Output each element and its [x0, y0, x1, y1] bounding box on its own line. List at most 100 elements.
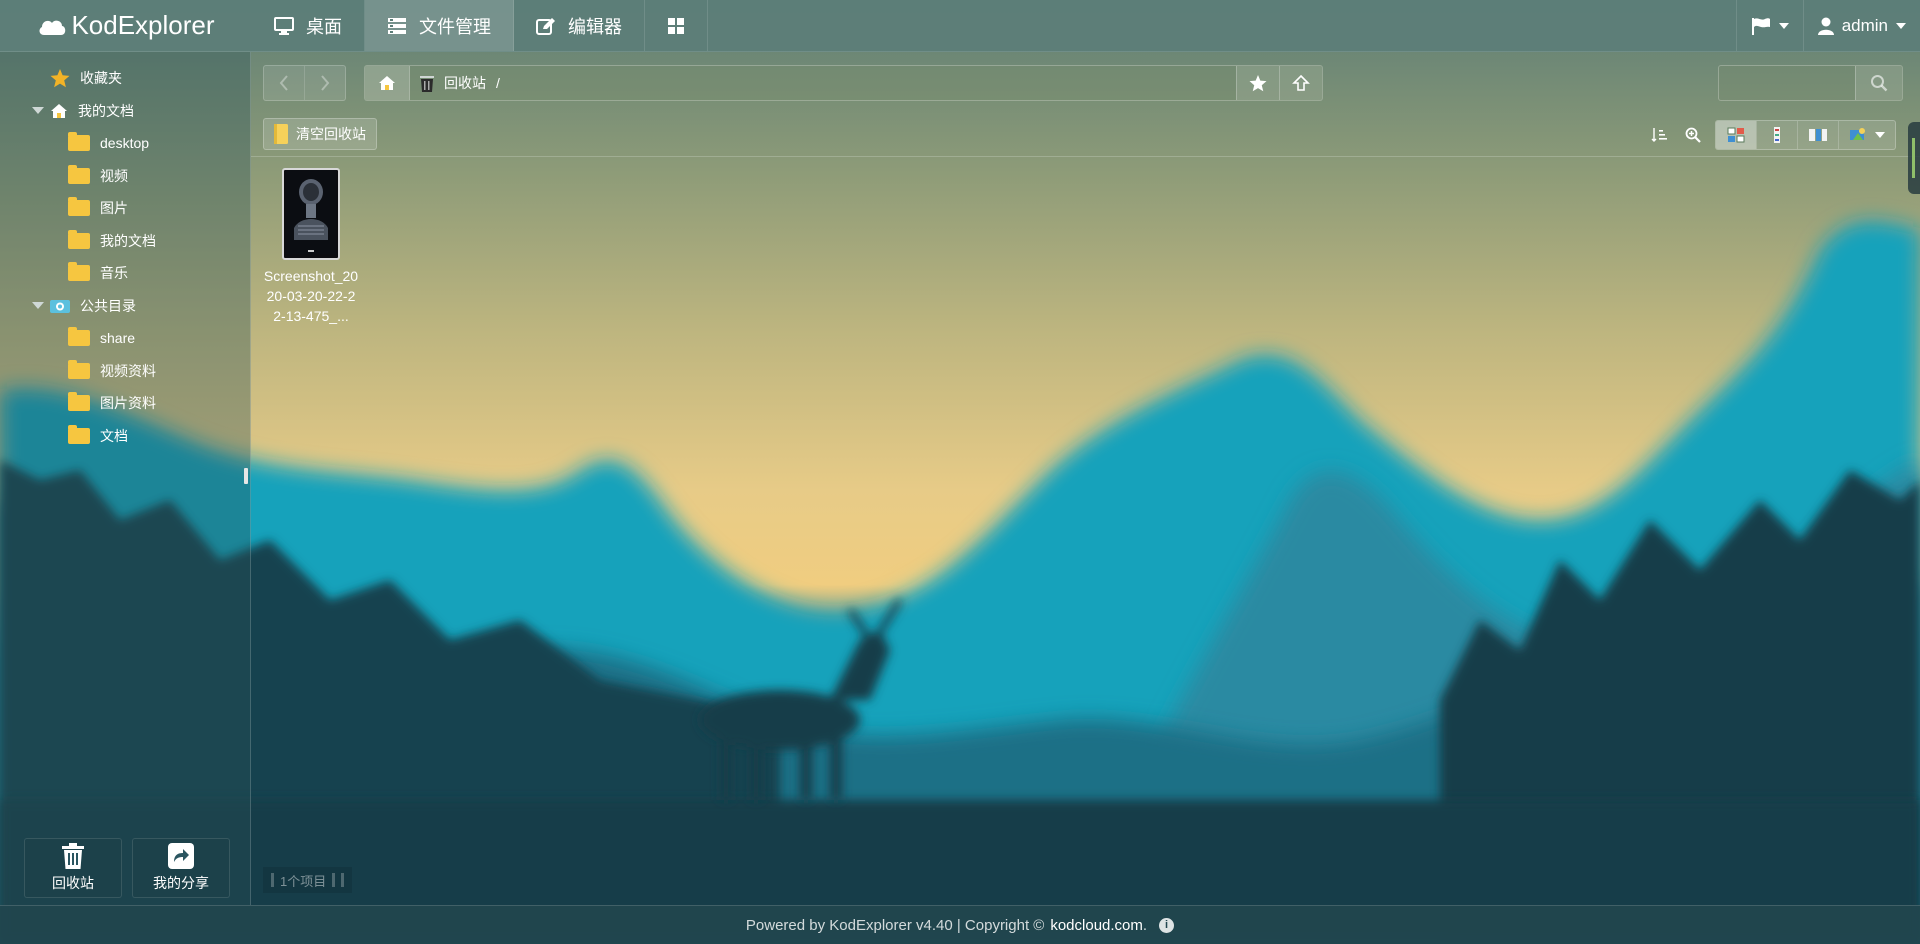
status-bar: 1个项目	[263, 867, 353, 893]
desktop-icon	[274, 16, 294, 35]
file-name: Screenshot_2020-03-20-22-22-13-475_...	[263, 268, 359, 324]
folder-icon	[68, 197, 90, 217]
tab-file-manager[interactable]: 文件管理	[365, 0, 514, 51]
file-manager-icon	[388, 17, 406, 34]
item-count: 1个项目	[280, 873, 327, 889]
sidebar-item-label: share	[100, 330, 136, 347]
document-icon	[274, 124, 288, 144]
zoom-in-icon	[1685, 127, 1701, 143]
my-share-button[interactable]: 我的分享	[132, 838, 230, 898]
status-divider	[271, 873, 274, 887]
folder-icon	[68, 262, 90, 282]
sidebar-item-my-docs[interactable]: 我的文档	[0, 95, 250, 128]
status-divider	[341, 873, 345, 887]
share-icon	[168, 843, 194, 869]
search-button[interactable]	[1855, 66, 1902, 100]
chevron-right-icon	[321, 75, 330, 91]
home-button[interactable]	[365, 66, 410, 100]
footer-link[interactable]: kodcloud.com	[1050, 917, 1143, 934]
sidebar-item-music[interactable]: 音乐	[0, 257, 250, 290]
zoom-button[interactable]	[1681, 123, 1705, 147]
theme-icon	[1850, 128, 1865, 140]
caret-down-icon[interactable]	[32, 107, 44, 115]
footer-suffix: .	[1142, 916, 1148, 934]
brand-logo[interactable]: KodExplorer	[0, 0, 252, 51]
star-icon	[50, 68, 70, 87]
sidebar-item-label: 我的文档	[100, 232, 156, 249]
chevron-down-icon	[1896, 22, 1906, 29]
caret-down-icon[interactable]	[32, 302, 44, 310]
folder-tree: 收藏夹 我的文档 desktop 视频 图片 我的文档 音乐 公共目录 shar…	[0, 52, 250, 452]
empty-recycle-bin-label: 清空回收站	[296, 126, 366, 142]
sidebar-resize-handle[interactable]	[244, 468, 248, 484]
footer: Powered by KodExplorer v4.40 | Copyright…	[0, 905, 1920, 944]
top-navbar: KodExplorer 桌面 文件管理 编辑器 admin	[0, 0, 1920, 52]
list-view-icon	[1774, 127, 1780, 143]
language-menu[interactable]	[1735, 0, 1803, 51]
split-view-button[interactable]	[1797, 121, 1838, 149]
sidebar-item-picture-materials[interactable]: 图片资料	[0, 387, 250, 420]
recycle-bin-label: 回收站	[52, 875, 94, 891]
sidebar-item-label: 视频资料	[100, 362, 156, 379]
view-mode-group	[1715, 120, 1896, 150]
list-view-button[interactable]	[1756, 121, 1797, 149]
info-icon[interactable]: i	[1159, 917, 1175, 933]
sidebar-item-label: 图片	[100, 200, 128, 217]
favorite-button[interactable]	[1236, 66, 1279, 100]
sidebar-item-favorites[interactable]: 收藏夹	[0, 62, 250, 95]
theme-menu-button[interactable]	[1838, 121, 1895, 149]
tab-file-manager-label: 文件管理	[419, 16, 491, 37]
upload-button[interactable]	[1279, 66, 1322, 100]
view-controls	[1647, 120, 1896, 150]
folder-icon	[68, 392, 90, 412]
tab-editor-label: 编辑器	[568, 16, 622, 37]
sidebar-item-pictures[interactable]: 图片	[0, 192, 250, 225]
user-menu[interactable]: admin	[1802, 0, 1920, 51]
x-ray-image-icon	[286, 170, 336, 254]
grid-view-icon	[1727, 127, 1745, 143]
icon-view-button[interactable]	[1716, 121, 1756, 149]
sidebar-item-docs[interactable]: 文档	[0, 420, 250, 453]
chevron-left-icon	[279, 75, 288, 91]
star-icon	[1249, 74, 1267, 91]
tab-editor[interactable]: 编辑器	[514, 0, 645, 51]
tab-apps[interactable]	[645, 0, 708, 51]
public-drive-icon	[50, 299, 70, 313]
footer-text: Powered by KodExplorer v4.40 | Copyright…	[745, 916, 1045, 934]
sidebar-item-video-materials[interactable]: 视频资料	[0, 355, 250, 388]
sidebar: 收藏夹 我的文档 desktop 视频 图片 我的文档 音乐 公共目录 shar…	[0, 52, 251, 905]
file-thumbnail	[282, 168, 340, 260]
side-scroll-indicator[interactable]	[1908, 122, 1920, 194]
breadcrumb[interactable]: 回收站 /	[410, 66, 1236, 100]
back-button[interactable]	[264, 66, 304, 100]
search-box	[1718, 65, 1903, 101]
sort-button[interactable]	[1647, 123, 1671, 147]
sidebar-item-label: 我的文档	[78, 102, 134, 119]
username: admin	[1841, 15, 1888, 35]
recycle-bin-button[interactable]: 回收站	[24, 838, 122, 898]
sidebar-item-videos[interactable]: 视频	[0, 160, 250, 193]
sidebar-item-desktop[interactable]: desktop	[0, 127, 250, 160]
path-toolbar: 回收站 /	[263, 65, 1903, 101]
file-browser: 回收站 / 清空回收站 Screenshot_2020-03-20-22-22-…	[251, 52, 1920, 905]
column-view-icon	[1809, 129, 1827, 141]
history-nav	[263, 65, 346, 101]
folder-icon	[68, 132, 90, 152]
empty-recycle-bin-button[interactable]: 清空回收站	[263, 118, 377, 150]
forward-button[interactable]	[304, 66, 345, 100]
tab-desktop[interactable]: 桌面	[252, 0, 365, 51]
breadcrumb-location[interactable]: 回收站	[444, 73, 486, 93]
search-input[interactable]	[1719, 66, 1855, 100]
folder-icon	[68, 164, 90, 184]
sidebar-item-label: 图片资料	[100, 395, 156, 412]
sidebar-item-share[interactable]: share	[0, 322, 250, 355]
folder-icon	[68, 359, 90, 379]
status-divider	[332, 873, 336, 887]
search-icon	[1871, 75, 1888, 92]
sidebar-item-documents[interactable]: 我的文档	[0, 225, 250, 258]
folder-icon	[68, 229, 90, 249]
file-item[interactable]: Screenshot_2020-03-20-22-22-13-475_...	[263, 168, 359, 326]
sidebar-item-public[interactable]: 公共目录	[0, 290, 250, 323]
recycle-bin-icon	[420, 76, 434, 92]
chevron-down-icon	[1875, 132, 1885, 138]
